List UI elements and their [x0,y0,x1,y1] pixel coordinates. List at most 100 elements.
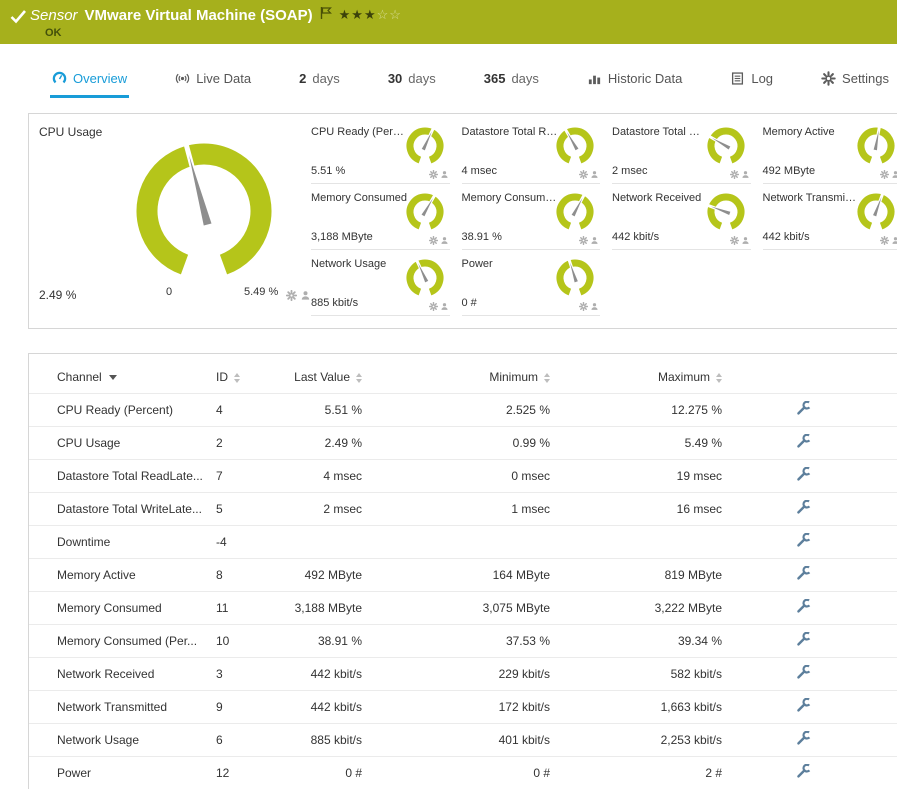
flag-icon[interactable] [320,6,332,24]
cell-minimum: 401 kbit/s [366,724,554,757]
col-channel[interactable]: Channel [29,358,212,394]
col-minimum[interactable]: Minimum [366,358,554,394]
tab-log[interactable]: Log [728,60,775,98]
channel-settings-button[interactable] [726,757,821,789]
stars-filled: ★★★ [339,7,377,22]
cell-id: 9 [212,691,262,724]
table-header-row: Channel ID Last Value Minimum Maximum [29,358,897,394]
table-row[interactable]: CPU Usage22.49 %0.99 %5.49 % [29,427,897,460]
gauge-dial-svg [129,136,279,286]
cell-minimum [366,526,554,559]
col-last-value[interactable]: Last Value [262,358,366,394]
gauge-action-icons[interactable] [429,236,449,245]
gauge-action-icons[interactable] [579,236,599,245]
channel-settings-button[interactable] [726,526,821,559]
table-row[interactable]: Memory Consumed (Per...1038.91 %37.53 %3… [29,625,897,658]
channel-settings-button[interactable] [726,658,821,691]
gauge-action-icons[interactable] [880,236,897,245]
channel-settings-button[interactable] [726,559,821,592]
table-row[interactable]: Memory Active8492 MByte164 MByte819 MByt… [29,559,897,592]
gauge-dial-svg [554,257,596,299]
gauge-action-icons[interactable] [579,302,599,311]
table-row[interactable]: Network Received3442 kbit/s229 kbit/s582… [29,658,897,691]
cell-minimum: 229 kbit/s [366,658,554,691]
cell-channel[interactable]: Memory Active [29,559,212,592]
mini-gauge-title: Datastore Total WriteL... [612,118,709,138]
channel-settings-button[interactable] [726,427,821,460]
user-icon [440,170,449,179]
user-icon [590,302,599,311]
table-row[interactable]: Datastore Total ReadLate...74 msec0 msec… [29,460,897,493]
priority-stars[interactable]: ★★★☆☆ [339,7,402,23]
mini-gauge-value: 885 kbit/s [311,297,358,309]
cell-channel[interactable]: CPU Usage [29,427,212,460]
cell-maximum: 1,663 kbit/s [554,691,726,724]
gauge-action-icons[interactable] [579,170,599,179]
gauge-dial-svg [404,191,446,233]
tab-365-days[interactable]: 365 days [482,60,541,98]
cell-channel[interactable]: Network Transmitted [29,691,212,724]
mini-gauge: Memory Consumed (P...38.91 % [462,184,601,250]
mini-gauge-title: Network Received [612,184,709,204]
col-label: ID [216,370,228,384]
tab-settings[interactable]: Settings [819,60,891,98]
gauge-action-icons[interactable] [429,302,449,311]
channel-settings-button[interactable] [726,394,821,427]
gauge-action-icons[interactable] [286,290,311,301]
cell-channel[interactable]: Datastore Total WriteLate... [29,493,212,526]
tab-historic-data[interactable]: Historic Data [585,60,684,98]
cell-last-value: 2 msec [262,493,366,526]
cell-minimum: 0 msec [366,460,554,493]
tab-overview[interactable]: Overview [50,60,129,98]
mini-gauge-value: 38.91 % [462,231,502,243]
mini-gauge: CPU Ready (Percent)5.51 % [311,118,450,184]
cell-minimum: 2.525 % [366,394,554,427]
channel-settings-button[interactable] [726,691,821,724]
mini-gauge-value: 442 kbit/s [612,231,659,243]
cell-id: 10 [212,625,262,658]
cell-channel[interactable]: Memory Consumed (Per... [29,625,212,658]
cell-channel[interactable]: Network Usage [29,724,212,757]
col-label: Minimum [489,370,538,384]
cell-channel[interactable]: Network Received [29,658,212,691]
gauge-action-icons[interactable] [730,170,750,179]
tab-label: Log [751,71,773,86]
cell-channel[interactable]: CPU Ready (Percent) [29,394,212,427]
gear-icon [579,236,588,245]
cell-minimum: 0.99 % [366,427,554,460]
gear-icon [579,170,588,179]
table-row[interactable]: Network Transmitted9442 kbit/s172 kbit/s… [29,691,897,724]
channel-settings-button[interactable] [726,493,821,526]
col-label: Channel [57,370,102,384]
cell-id: 4 [212,394,262,427]
channel-settings-button[interactable] [726,460,821,493]
cell-id: 11 [212,592,262,625]
table-row[interactable]: Power120 #0 #2 # [29,757,897,789]
gauge-action-icons[interactable] [429,170,449,179]
table-row[interactable]: CPU Ready (Percent)45.51 %2.525 %12.275 … [29,394,897,427]
gauge-action-icons[interactable] [880,170,897,179]
table-row[interactable]: Memory Consumed113,188 MByte3,075 MByte3… [29,592,897,625]
cell-channel[interactable]: Power [29,757,212,789]
tab-live-data[interactable]: Live Data [173,60,253,98]
table-row[interactable]: Downtime-4 [29,526,897,559]
channel-settings-button[interactable] [726,724,821,757]
table-row[interactable]: Datastore Total WriteLate...52 msec1 mse… [29,493,897,526]
channel-settings-button[interactable] [726,625,821,658]
wrench-icon [796,533,811,548]
cell-maximum: 2,253 kbit/s [554,724,726,757]
cell-minimum: 172 kbit/s [366,691,554,724]
cell-channel[interactable]: Datastore Total ReadLate... [29,460,212,493]
channels-table-panel: Channel ID Last Value Minimum Maximum CP… [28,353,897,789]
col-id[interactable]: ID [212,358,262,394]
table-row[interactable]: Network Usage6885 kbit/s401 kbit/s2,253 … [29,724,897,757]
channel-settings-button[interactable] [726,592,821,625]
col-maximum[interactable]: Maximum [554,358,726,394]
tab-2-days[interactable]: 2 days [297,60,342,98]
cell-last-value: 442 kbit/s [262,691,366,724]
cell-channel[interactable]: Memory Consumed [29,592,212,625]
tab-30-days[interactable]: 30 days [386,60,438,98]
gauge-action-icons[interactable] [730,236,750,245]
col-actions [726,358,821,394]
cell-channel[interactable]: Downtime [29,526,212,559]
